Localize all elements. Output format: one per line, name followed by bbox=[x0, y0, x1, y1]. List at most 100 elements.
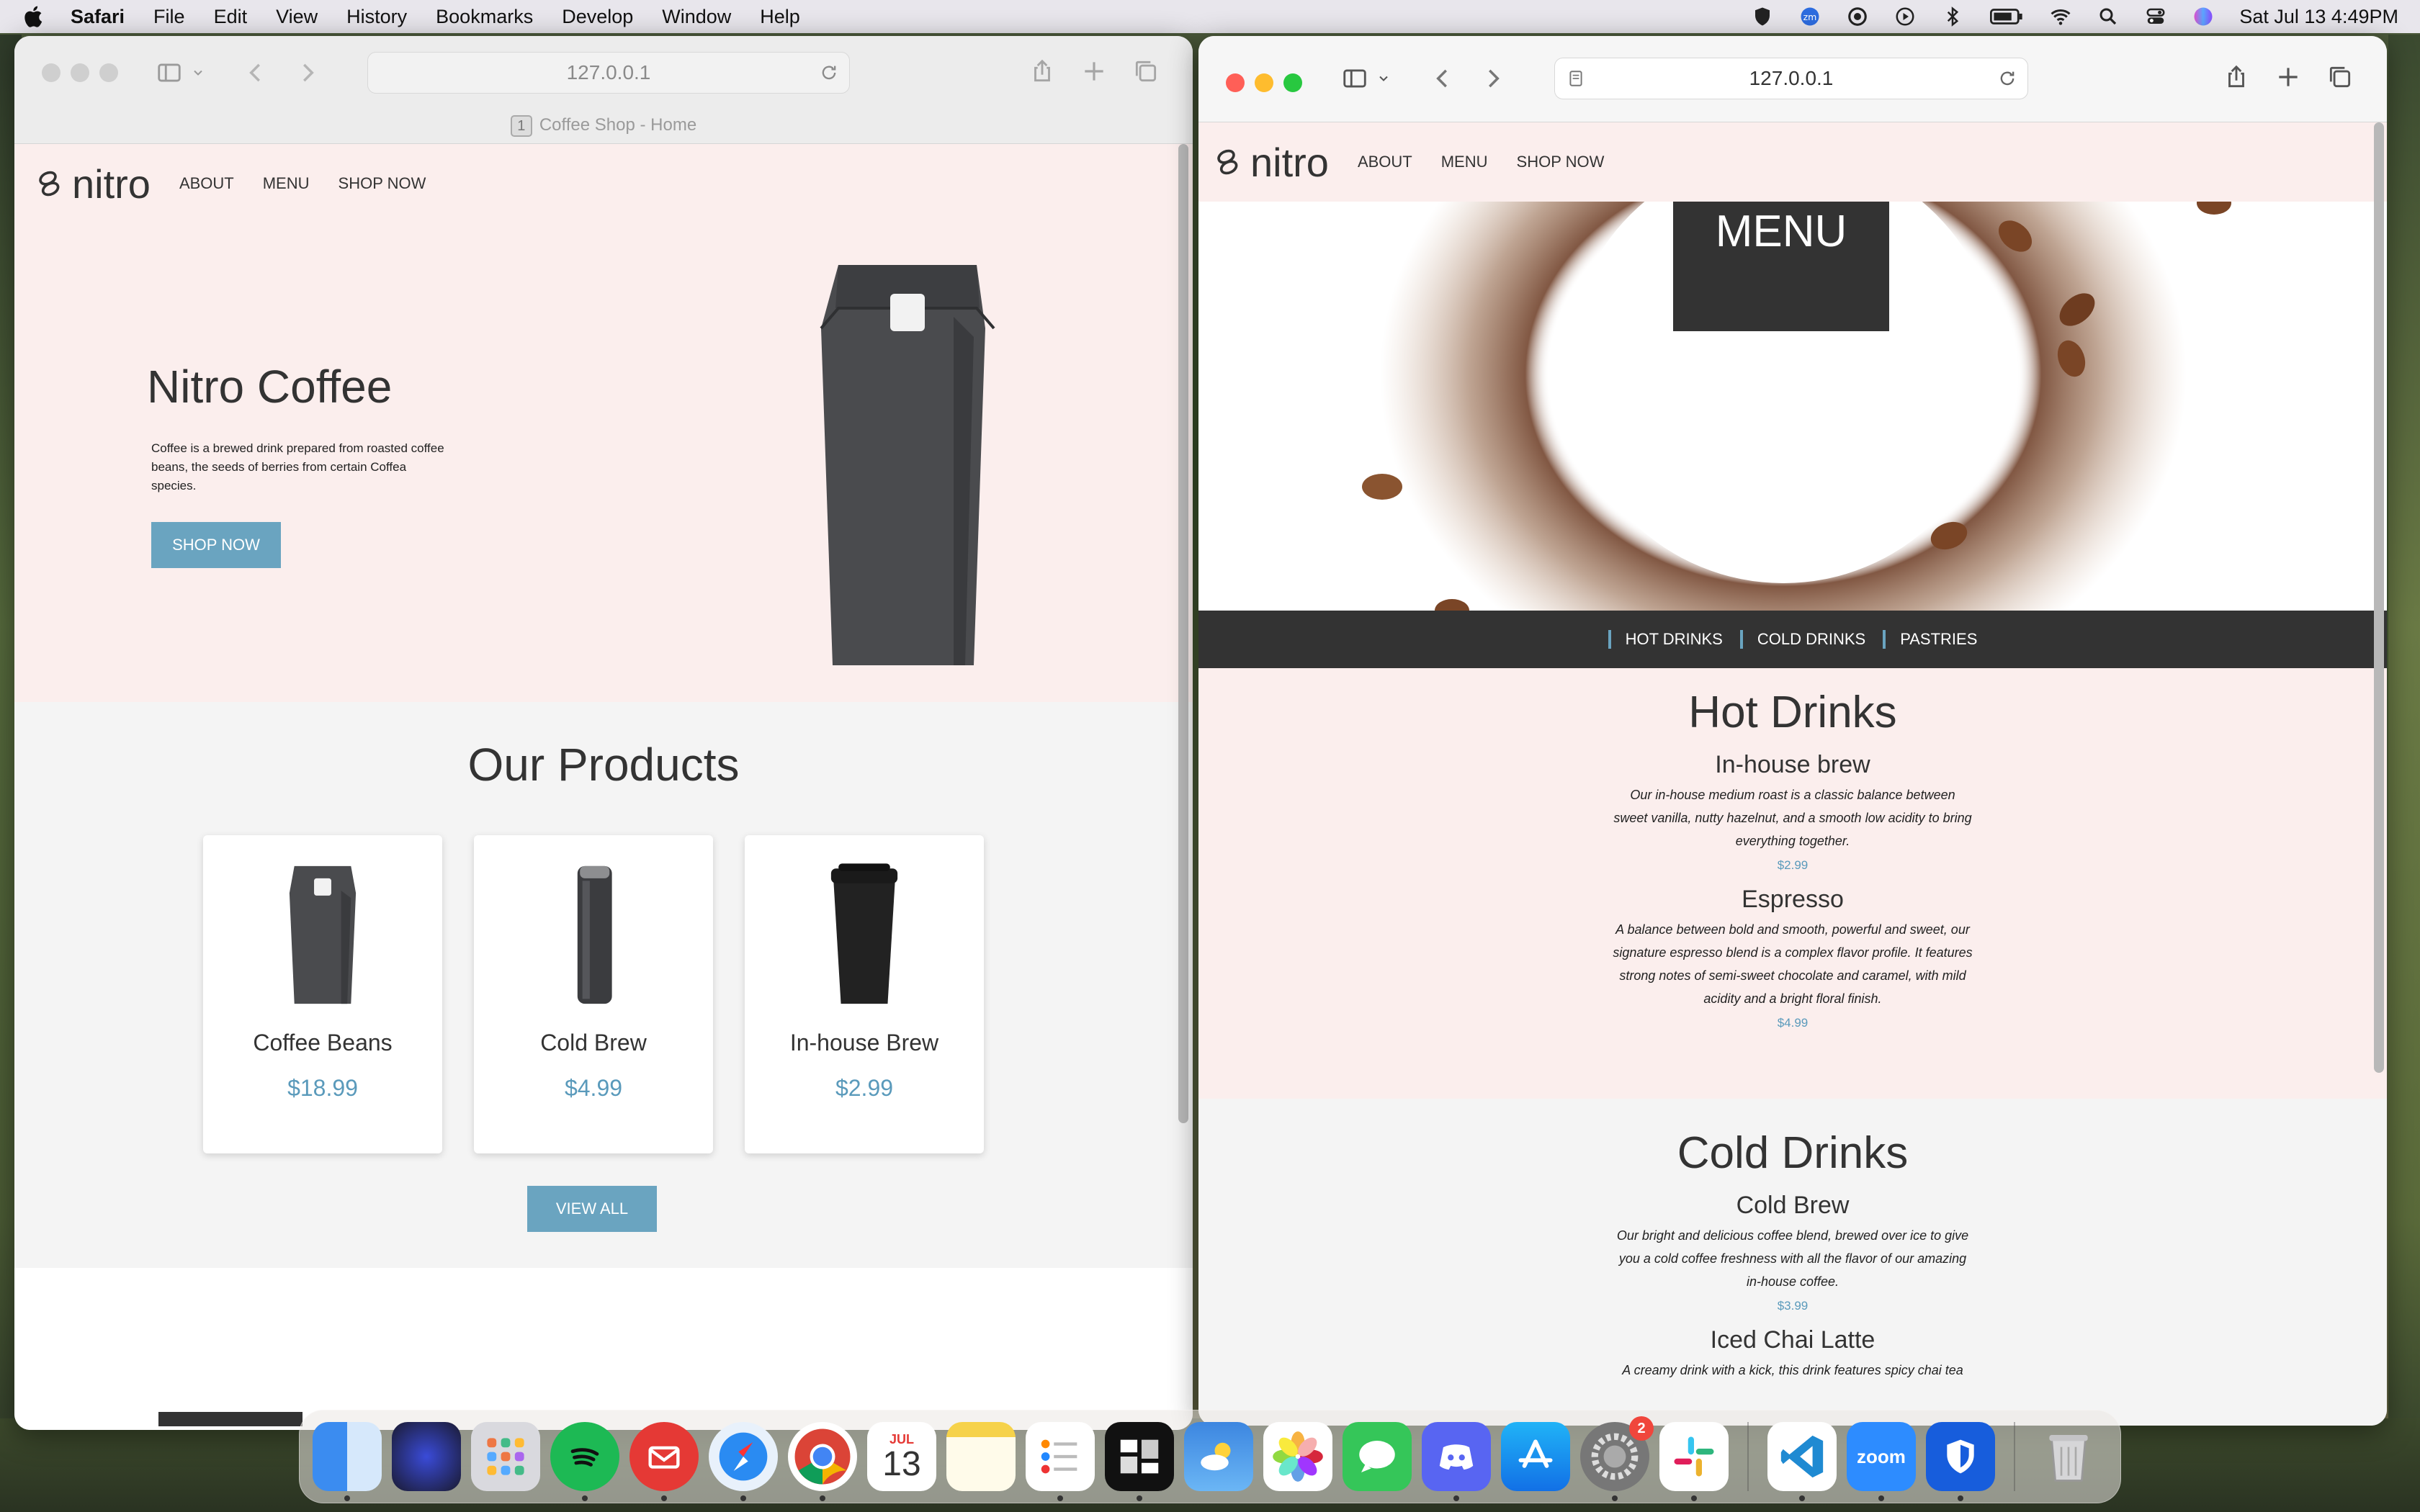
chevron-down-icon[interactable] bbox=[1373, 62, 1394, 95]
menu-help[interactable]: Help bbox=[760, 6, 800, 28]
coffee-bag-image bbox=[820, 265, 995, 665]
siri-icon[interactable] bbox=[2192, 5, 2215, 28]
tab-overview-icon[interactable] bbox=[2323, 60, 2357, 94]
new-tab-icon[interactable] bbox=[2272, 60, 2305, 94]
site-logo[interactable]: nitro bbox=[36, 161, 151, 207]
nav-shop-now[interactable]: SHOP NOW bbox=[1517, 153, 1605, 171]
trash-icon[interactable] bbox=[2034, 1422, 2103, 1491]
calendar-icon[interactable]: JUL 13 bbox=[867, 1422, 936, 1491]
hero-section: nitro ABOUT MENU SHOP NOW Nitro Coffee C… bbox=[14, 144, 1193, 702]
product-card-cold-brew[interactable]: Cold Brew $4.99 bbox=[474, 835, 713, 1153]
new-tab-icon[interactable] bbox=[1077, 55, 1111, 88]
reminders-icon[interactable] bbox=[1026, 1422, 1095, 1501]
nav-menu[interactable]: MENU bbox=[1441, 153, 1488, 171]
page-icon bbox=[1569, 71, 1582, 86]
chrome-icon[interactable] bbox=[788, 1422, 857, 1501]
product-card-coffee-beans[interactable]: Coffee Beans $18.99 bbox=[203, 835, 442, 1153]
product-name: Coffee Beans bbox=[253, 1030, 393, 1056]
mail-icon[interactable] bbox=[629, 1422, 699, 1501]
site-logo[interactable]: nitro bbox=[1214, 139, 1329, 186]
spotify-icon[interactable] bbox=[550, 1422, 619, 1501]
hero-shop-now-button[interactable]: SHOP NOW bbox=[151, 522, 281, 568]
chevron-down-icon[interactable] bbox=[187, 56, 209, 89]
category-cold-drinks[interactable]: COLD DRINKS bbox=[1739, 630, 1865, 649]
weather-icon[interactable] bbox=[1184, 1422, 1253, 1491]
back-arrow-icon[interactable] bbox=[1426, 62, 1459, 95]
siri-icon[interactable] bbox=[392, 1422, 461, 1491]
notes-icon[interactable] bbox=[946, 1422, 1016, 1491]
battery-icon[interactable] bbox=[1989, 5, 2025, 28]
bluetooth-icon[interactable] bbox=[1941, 5, 1964, 28]
menu-banner: MENU bbox=[1198, 202, 2387, 611]
shield-status-icon[interactable] bbox=[1751, 5, 1774, 28]
zoom-window-button[interactable] bbox=[1283, 73, 1302, 92]
menu-view[interactable]: View bbox=[276, 6, 318, 28]
safari-icon[interactable] bbox=[709, 1422, 778, 1501]
forward-arrow-icon[interactable] bbox=[1476, 62, 1510, 95]
record-status-icon[interactable] bbox=[1846, 5, 1869, 28]
tab-overview-icon[interactable] bbox=[1129, 55, 1162, 88]
menu-bar: Safari File Edit View History Bookmarks … bbox=[0, 0, 2420, 33]
photos-icon[interactable] bbox=[1263, 1422, 1332, 1491]
nav-shop-now[interactable]: SHOP NOW bbox=[339, 174, 426, 193]
nav-menu[interactable]: MENU bbox=[263, 174, 310, 193]
menu-bookmarks[interactable]: Bookmarks bbox=[436, 6, 533, 28]
discord-icon[interactable] bbox=[1422, 1422, 1491, 1501]
reload-icon[interactable] bbox=[819, 63, 839, 83]
nav-about[interactable]: ABOUT bbox=[179, 174, 234, 193]
category-hot-drinks[interactable]: HOT DRINKS bbox=[1608, 630, 1723, 649]
finder-icon[interactable] bbox=[313, 1422, 382, 1501]
wifi-icon[interactable] bbox=[2049, 5, 2072, 28]
forward-arrow-icon[interactable] bbox=[291, 56, 324, 89]
system-settings-icon[interactable]: 2 bbox=[1580, 1416, 1654, 1501]
tab-title-bar[interactable]: 1 Coffee Shop - Home bbox=[14, 115, 1193, 137]
menu-window[interactable]: Window bbox=[662, 6, 731, 28]
sidebar-toggle-icon[interactable] bbox=[153, 56, 186, 89]
vscode-icon[interactable] bbox=[1767, 1422, 1837, 1501]
zoom-window-button[interactable] bbox=[99, 63, 118, 82]
nav-about[interactable]: ABOUT bbox=[1358, 153, 1412, 171]
control-center-icon[interactable] bbox=[2144, 5, 2167, 28]
category-pastries[interactable]: PASTRIES bbox=[1883, 630, 1977, 649]
close-window-button[interactable] bbox=[42, 63, 60, 82]
play-status-icon[interactable] bbox=[1894, 5, 1917, 28]
sidebar-toggle-icon[interactable] bbox=[1338, 62, 1371, 95]
back-arrow-icon[interactable] bbox=[239, 56, 272, 89]
share-icon[interactable] bbox=[2220, 60, 2253, 94]
calendar-day: 13 bbox=[882, 1444, 921, 1483]
page-scrollbar[interactable] bbox=[2374, 122, 2384, 1073]
messages-icon[interactable] bbox=[1343, 1422, 1412, 1491]
address-bar[interactable]: 127.0.0.1 bbox=[1554, 58, 2028, 99]
products-title: Our Products bbox=[467, 739, 740, 791]
site-nav: ABOUT MENU SHOP NOW bbox=[151, 174, 426, 193]
menu-item-name: In-house brew bbox=[1715, 751, 1870, 778]
menu-clock[interactable]: Sat Jul 13 4:49PM bbox=[2239, 6, 2398, 28]
address-bar[interactable]: 127.0.0.1 bbox=[367, 52, 850, 94]
bitwarden-icon[interactable] bbox=[1926, 1422, 1995, 1501]
menu-edit[interactable]: Edit bbox=[214, 6, 248, 28]
menu-app-name[interactable]: Safari bbox=[71, 6, 125, 28]
product-card-in-house-brew[interactable]: In-house Brew $2.99 bbox=[745, 835, 984, 1153]
zoom-icon[interactable]: zoom bbox=[1847, 1422, 1916, 1501]
share-icon[interactable] bbox=[1026, 55, 1059, 88]
page-scrollbar[interactable] bbox=[1178, 144, 1188, 1123]
screens-icon[interactable] bbox=[1105, 1422, 1174, 1501]
minimize-window-button[interactable] bbox=[71, 63, 89, 82]
menu-item-price: $2.99 bbox=[1777, 858, 1809, 872]
dock-separator bbox=[1747, 1422, 1749, 1491]
menu-banner-title: MENU bbox=[1673, 202, 1889, 331]
menu-history[interactable]: History bbox=[346, 6, 407, 28]
slack-icon[interactable] bbox=[1659, 1422, 1729, 1501]
launchpad-icon[interactable] bbox=[471, 1422, 540, 1491]
menu-develop[interactable]: Develop bbox=[562, 6, 633, 28]
reload-icon[interactable] bbox=[1997, 68, 2017, 89]
menu-file[interactable]: File bbox=[153, 6, 185, 28]
app-store-icon[interactable] bbox=[1501, 1422, 1570, 1491]
close-window-button[interactable] bbox=[1226, 73, 1245, 92]
zoom-status-icon[interactable]: zm bbox=[1798, 5, 1821, 28]
view-all-button[interactable]: VIEW ALL bbox=[527, 1186, 657, 1232]
minimize-window-button[interactable] bbox=[1255, 73, 1273, 92]
spotlight-search-icon[interactable] bbox=[2097, 5, 2120, 28]
apple-icon[interactable] bbox=[22, 4, 43, 29]
coffee-bean-logo-icon bbox=[1217, 149, 1238, 175]
